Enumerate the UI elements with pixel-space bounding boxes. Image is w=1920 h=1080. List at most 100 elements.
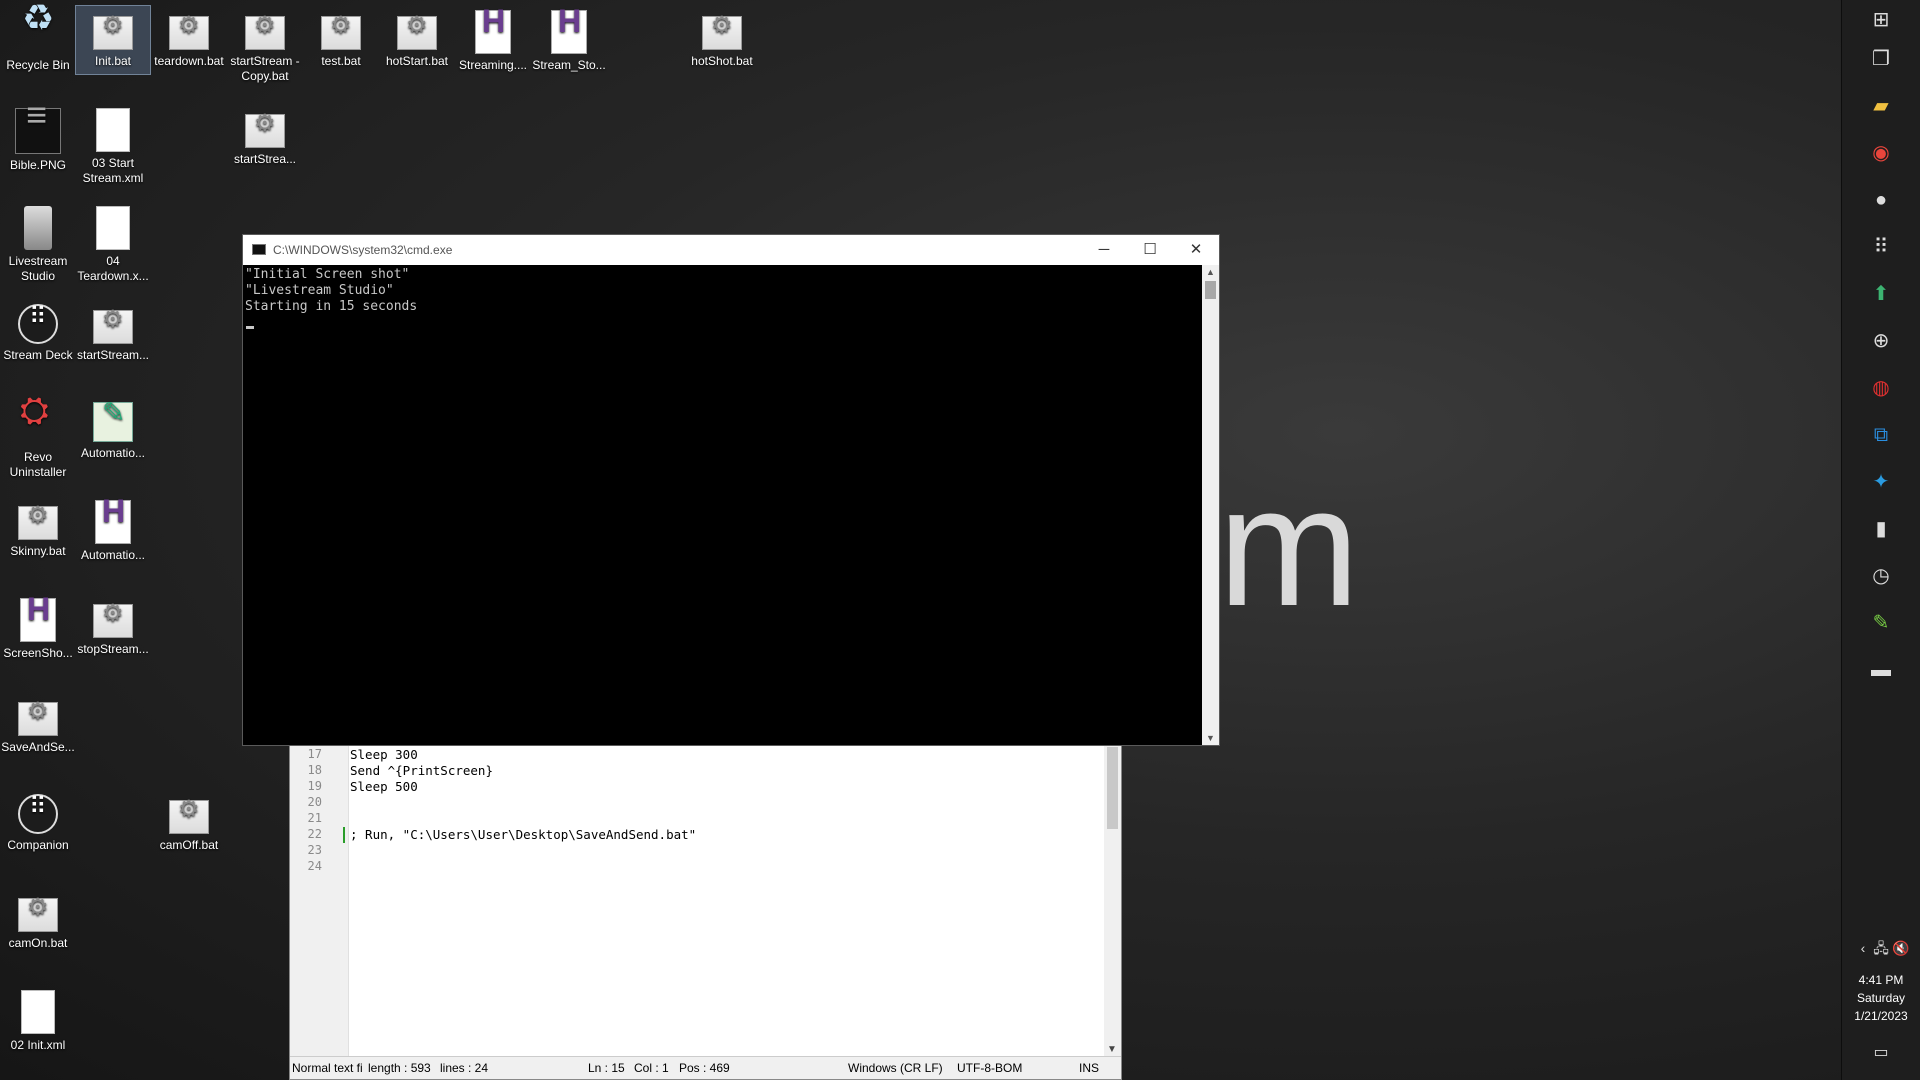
- editor-vertical-scrollbar[interactable]: ▼: [1104, 745, 1121, 1057]
- cmd-vertical-scrollbar[interactable]: ▲ ▼: [1202, 265, 1219, 745]
- console-line: "Livestream Studio": [245, 283, 394, 298]
- code-line[interactable]: Sleep 300: [350, 747, 418, 762]
- code-line[interactable]: ; Run, "C:\Users\User\Desktop\SaveAndSen…: [350, 827, 696, 842]
- automation-icon[interactable]: ✎: [1868, 610, 1894, 636]
- desktop-icon-label: Init.bat: [94, 54, 132, 68]
- text-editor-window[interactable]: 17 18 19 20 21 22 23 24 Sleep 300 Send ^…: [289, 744, 1122, 1080]
- desktop-icon-label: ScreenSho...: [3, 646, 73, 660]
- close-button[interactable]: ✕: [1173, 235, 1219, 265]
- volume-muted-icon[interactable]: 🔇: [1888, 935, 1914, 961]
- livestream-studio-icon[interactable]: ▮: [1868, 516, 1894, 542]
- maximize-button[interactable]: ☐: [1127, 235, 1173, 265]
- network-globe-icon[interactable]: ⊕: [1868, 328, 1894, 354]
- desktop-icon-revo-uninstaller[interactable]: Revo Uninstaller: [1, 398, 75, 480]
- batch-file-icon: [18, 702, 58, 736]
- editor-status-bar: Normal text fi length : 593 lines : 24 L…: [290, 1056, 1121, 1079]
- desktop-icon-automation-1[interactable]: Automatio...: [76, 398, 150, 461]
- desktop-icon-stream-deck[interactable]: Stream Deck: [1, 300, 75, 363]
- clock-date[interactable]: 1/21/2023: [1842, 1008, 1920, 1025]
- desktop-icon-streaming[interactable]: Streaming....: [456, 6, 530, 73]
- status-insert-mode[interactable]: INS: [1079, 1057, 1099, 1079]
- desktop-icon-label: test.bat: [321, 54, 361, 68]
- batch-file-icon: [93, 604, 133, 638]
- cmd-title-bar[interactable]: C:\WINDOWS\system32\cmd.exe ─ ☐ ✕: [243, 235, 1219, 265]
- desktop-icon-stream-sto[interactable]: Stream_Sto...: [532, 6, 606, 73]
- clock-day[interactable]: Saturday: [1842, 990, 1920, 1007]
- bitfocus-icon[interactable]: ✦: [1868, 469, 1894, 495]
- wallpaper-text: m: [1218, 452, 1360, 642]
- scroll-down-arrow-icon[interactable]: ▼: [1206, 733, 1215, 743]
- desktop-icon-label: 04 Teardown.x...: [77, 254, 149, 283]
- status-line-number: Ln : 15: [588, 1061, 625, 1075]
- desktop-icon-label: Recycle Bin: [6, 58, 70, 72]
- desktop-icon-label: camOff.bat: [159, 838, 219, 852]
- desktop-icon-label: stopStream...: [77, 642, 149, 656]
- clock-app-icon[interactable]: ◷: [1868, 563, 1894, 589]
- obs-icon[interactable]: ●: [1868, 187, 1894, 213]
- desktop-icon-label: hotStart.bat: [385, 54, 449, 68]
- windows-start-icon[interactable]: ⊞: [1868, 7, 1894, 33]
- desktop-icon-camoff-bat[interactable]: camOff.bat: [152, 790, 226, 853]
- file-explorer-icon[interactable]: ▰: [1868, 93, 1894, 119]
- cmd-window[interactable]: C:\WINDOWS\system32\cmd.exe ─ ☐ ✕ "Initi…: [242, 234, 1220, 746]
- code-line[interactable]: Send ^{PrintScreen}: [350, 763, 493, 778]
- desktop-icon-02-init-xml[interactable]: 02 Init.xml: [1, 986, 75, 1053]
- desktop-icon-label: Automatio...: [80, 446, 146, 460]
- line-number: 23: [307, 843, 322, 857]
- status-file-type: Normal text fi: [292, 1061, 363, 1075]
- desktop-icon-startstream[interactable]: startStream...: [76, 300, 150, 363]
- clock-time[interactable]: 4:41 PM: [1842, 972, 1920, 989]
- desktop-icon-03-start-stream[interactable]: 03 Start Stream.xml: [76, 104, 150, 186]
- desktop-icon-label: Livestream Studio: [8, 254, 68, 283]
- batch-file-icon: [321, 16, 361, 50]
- status-encoding[interactable]: UTF-8-BOM: [957, 1057, 1022, 1079]
- desktop-icon-livestream-studio[interactable]: Livestream Studio: [1, 202, 75, 284]
- desktop-icon-skinny-bat[interactable]: Skinny.bat: [1, 496, 75, 559]
- desktop-icon-label: startStream - Copy.bat: [230, 54, 300, 83]
- desktop-icon-companion[interactable]: Companion: [1, 790, 75, 853]
- desktop-icon-label: startStrea...: [233, 152, 297, 166]
- desktop-icon-camon-bat[interactable]: camOn.bat: [1, 888, 75, 951]
- green-upload-icon[interactable]: ⬆: [1868, 281, 1894, 307]
- batch-file-icon: [397, 16, 437, 50]
- desktop-icon-teardown-bat[interactable]: teardown.bat: [152, 6, 226, 69]
- desktop-icon-startstream-copy[interactable]: startStream - Copy.bat: [228, 6, 302, 84]
- scrollbar-thumb[interactable]: [1205, 281, 1216, 299]
- red-app-icon[interactable]: ◍: [1868, 375, 1894, 401]
- code-line[interactable]: Sleep 500: [350, 779, 418, 794]
- status-length: length : 593: [368, 1061, 431, 1075]
- line-number: 17: [307, 747, 322, 761]
- batch-file-icon: [245, 16, 285, 50]
- desktop-icon-startstrea[interactable]: startStrea...: [228, 104, 302, 167]
- line-number: 19: [307, 779, 322, 793]
- batch-file-icon: [18, 898, 58, 932]
- stream-deck-icon[interactable]: ⠿: [1868, 234, 1894, 260]
- minimize-button[interactable]: ─: [1081, 235, 1127, 265]
- cmd-app-icon: [252, 244, 266, 255]
- desktop-icon-saveandse[interactable]: SaveAndSe...: [1, 692, 75, 755]
- desktop-icon-recycle-bin[interactable]: Recycle Bin: [1, 6, 75, 73]
- desktop-icon-bible-png[interactable]: Bible.PNG: [1, 104, 75, 173]
- status-position: Pos : 469: [679, 1061, 730, 1075]
- desktop-icon-hotstart-bat[interactable]: hotStart.bat: [380, 6, 454, 69]
- chrome-icon[interactable]: ◉: [1868, 140, 1894, 166]
- task-view-icon[interactable]: ❐: [1868, 46, 1894, 72]
- desktop-icon-automation-2[interactable]: Automatio...: [76, 496, 150, 563]
- desktop-icon-04-teardown[interactable]: 04 Teardown.x...: [76, 202, 150, 284]
- scroll-down-arrow-icon[interactable]: ▼: [1107, 1044, 1117, 1055]
- status-eol[interactable]: Windows (CR LF): [848, 1057, 943, 1079]
- taskbar: ⊞ ❐ ▰ ◉ ● ⠿ ⬆ ⊕ ◍ ⧉ ✦ ▮ ◷ ✎ ▬ ‹ 🖧 🔇 4:41…: [1841, 0, 1920, 1080]
- desktop-icon-hotshot-bat[interactable]: hotShot.bat: [685, 6, 759, 69]
- scroll-up-arrow-icon[interactable]: ▲: [1206, 267, 1215, 277]
- batch-file-icon: [93, 310, 133, 344]
- scrollbar-thumb[interactable]: [1107, 747, 1118, 829]
- notification-icon[interactable]: ▭: [1868, 1040, 1894, 1066]
- desktop-icon-test-bat[interactable]: test.bat: [304, 6, 378, 69]
- desktop-icon-stopstream[interactable]: stopStream...: [76, 594, 150, 657]
- desktop-icon-screensho[interactable]: ScreenSho...: [1, 594, 75, 661]
- cmd-console[interactable]: "Initial Screen shot" "Livestream Studio…: [243, 265, 1202, 745]
- automation-icon: [93, 402, 133, 442]
- vscode-icon[interactable]: ⧉: [1868, 422, 1894, 448]
- desktop-icon-init-bat[interactable]: Init.bat: [75, 5, 151, 75]
- terminal-icon[interactable]: ▬: [1868, 657, 1894, 683]
